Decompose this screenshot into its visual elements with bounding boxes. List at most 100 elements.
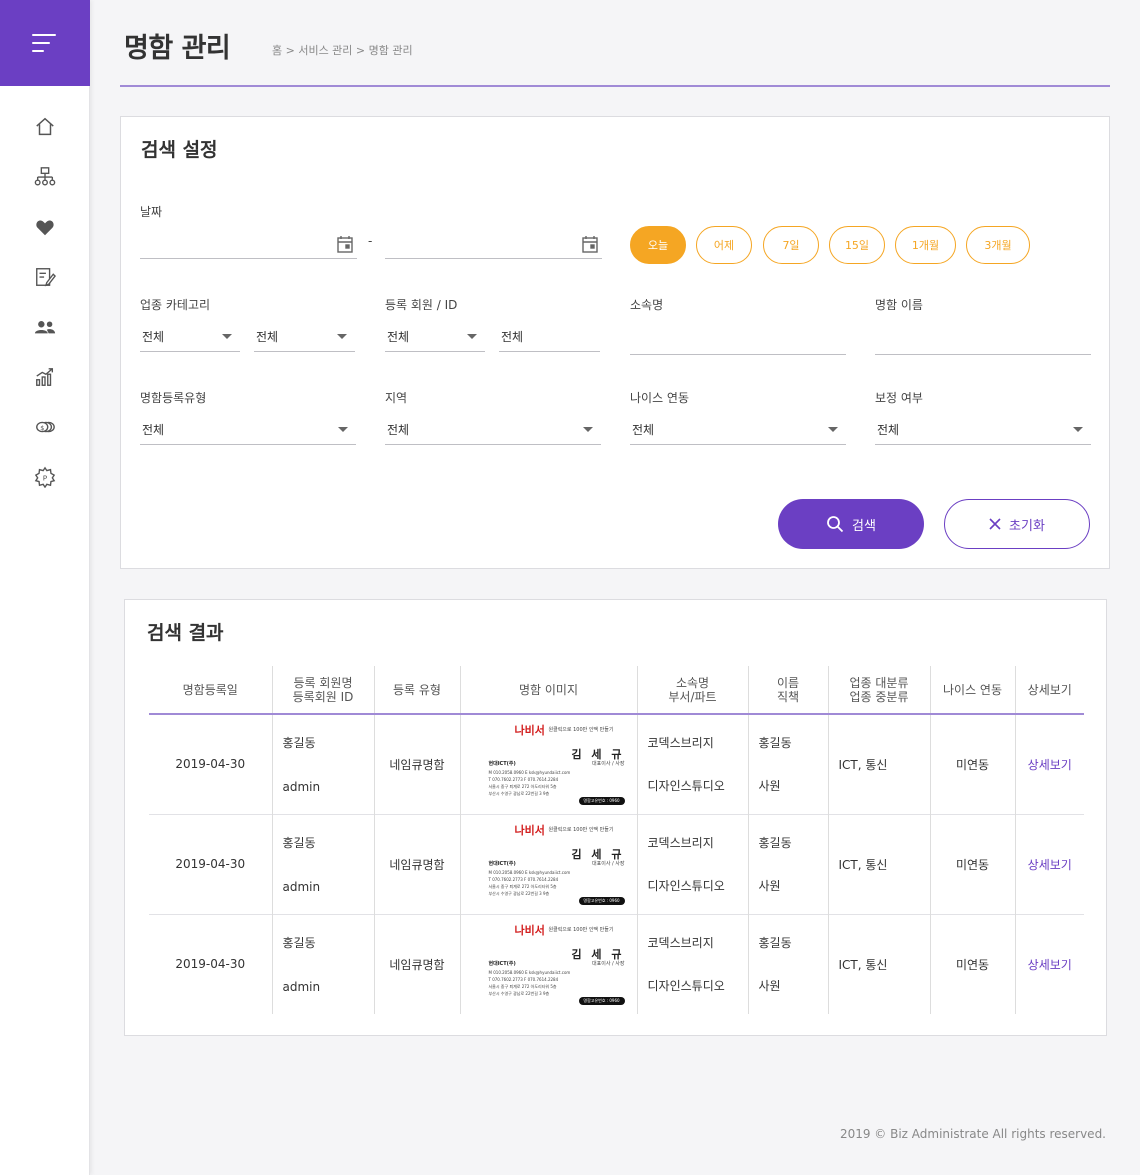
search-button[interactable]: 검색 bbox=[778, 499, 924, 549]
nav-point-settings[interactable]: P bbox=[0, 452, 89, 502]
cell-name: 홍길동 사원 bbox=[747, 814, 828, 914]
chart-icon bbox=[35, 368, 53, 386]
cell-nice: 미연동 bbox=[929, 814, 1015, 914]
person-name: 홍길동 bbox=[758, 936, 792, 951]
nav-home[interactable] bbox=[0, 102, 89, 152]
close-icon bbox=[989, 518, 1001, 530]
card-role: 대표이사 / 사장 bbox=[592, 761, 625, 768]
header-divider bbox=[120, 85, 1110, 87]
end-date-input[interactable] bbox=[385, 229, 602, 259]
start-date-input[interactable] bbox=[140, 229, 357, 259]
preset-yesterday-button[interactable]: 어제 bbox=[696, 226, 752, 264]
card-slogan: 원클릭으로 100만 인맥 만들기 bbox=[548, 727, 614, 734]
business-card-image[interactable]: 나비서 원클릭으로 100만 인맥 만들기 김 세 규 대표이사 / 사장 현대ICT(… bbox=[470, 720, 627, 809]
preset-15days-button[interactable]: 15일 bbox=[829, 226, 885, 264]
cell-industry: ICT, 통신 bbox=[827, 814, 930, 914]
col-header-reg-type: 등록 유형 bbox=[373, 666, 460, 714]
cell-nice: 미연동 bbox=[929, 914, 1015, 1014]
nav-cards[interactable] bbox=[0, 252, 89, 302]
table-row: 2019-04-30 홍길동 admin 네임큐명함 나비서 원클릭으로 100만 인맥 … bbox=[149, 914, 1084, 1014]
cell-detail: 상세보기 bbox=[1014, 714, 1084, 814]
calendar-icon[interactable] bbox=[582, 235, 598, 256]
card-contact-line: M 010.2058.0960 E ksk@hyundaiict.com bbox=[488, 870, 571, 875]
nav-statistics[interactable] bbox=[0, 352, 89, 402]
sidebar-nav: $ P bbox=[0, 86, 89, 502]
org-name: 코덱스브리지 bbox=[647, 736, 714, 751]
correction-select[interactable]: 전체 bbox=[875, 415, 1091, 445]
cell-name: 홍길동 사원 bbox=[747, 714, 828, 814]
col-header-name: 이름 직책 bbox=[747, 666, 828, 714]
menu-icon[interactable] bbox=[32, 34, 58, 52]
settings-p-icon: P bbox=[34, 466, 55, 488]
card-address-line: 서울시 중구 퇴계로 272 아도리타워 5층 bbox=[488, 884, 557, 889]
nice-select[interactable]: 전체 bbox=[630, 415, 846, 445]
col-header-member: 등록 회원명 등록회원 ID bbox=[271, 666, 374, 714]
card-company: 현대ICT(주) bbox=[488, 961, 516, 968]
sidebar: $ P bbox=[0, 0, 90, 1175]
reg-type-select[interactable]: 전체 bbox=[140, 415, 356, 445]
nav-favorites[interactable] bbox=[0, 202, 89, 252]
cell-detail: 상세보기 bbox=[1014, 814, 1084, 914]
member-type-select[interactable]: 전체 bbox=[385, 322, 485, 352]
card-contact-line: T 070.7602.2773 F 070.7614.2284 bbox=[488, 777, 559, 783]
reg-type-label: 명함등록유형 bbox=[140, 391, 207, 405]
region-select[interactable]: 전체 bbox=[385, 415, 601, 445]
cell-card-image: 나비서 원클릭으로 100만 인맥 만들기 김 세 규 대표이사 / 사장 현대ICT(… bbox=[459, 814, 637, 914]
preset-3months-button[interactable]: 3개월 bbox=[966, 226, 1030, 264]
search-settings-title: 검색 설정 bbox=[141, 139, 218, 161]
nav-members[interactable] bbox=[0, 302, 89, 352]
card-name-input[interactable] bbox=[875, 325, 1091, 355]
dept-name: 디자인스튜디오 bbox=[647, 979, 725, 994]
heart-icon bbox=[35, 220, 54, 236]
detail-link[interactable]: 상세보기 bbox=[1028, 758, 1072, 772]
member-id-input[interactable]: 전체 bbox=[499, 322, 600, 352]
reset-button-label: 초기화 bbox=[1009, 518, 1045, 534]
cell-date: 2019-04-30 bbox=[175, 857, 246, 871]
member-type-value: 전체 bbox=[387, 330, 410, 344]
card-address-line: 부산시 수영구 광남로 22번길 3 9층 bbox=[488, 791, 550, 797]
chevron-down-icon bbox=[828, 427, 838, 432]
preset-7days-button[interactable]: 7일 bbox=[763, 226, 819, 264]
sitemap-icon bbox=[34, 167, 55, 186]
coins-icon: $ bbox=[35, 421, 55, 433]
member-name: 홍길동 bbox=[282, 736, 316, 751]
search-button-label: 검색 bbox=[852, 518, 876, 534]
cell-card-image: 나비서 원클릭으로 100만 인맥 만들기 김 세 규 대표이사 / 사장 현대ICT(… bbox=[459, 714, 637, 814]
col-header-nice: 나이스 연동 bbox=[929, 666, 1015, 714]
dept-name: 디자인스튜디오 bbox=[647, 779, 725, 794]
category-sub-select[interactable]: 전체 bbox=[254, 322, 355, 352]
nav-payments[interactable]: $ bbox=[0, 402, 89, 452]
calendar-icon[interactable] bbox=[337, 235, 353, 256]
org-input[interactable] bbox=[630, 325, 846, 355]
table-header-row: 명함등록일 등록 회원명 등록회원 ID 등록 유형 명함 이미지 소속명 부서/파… bbox=[149, 666, 1084, 714]
card-company: 현대ICT(주) bbox=[488, 761, 516, 768]
person-position: 사원 bbox=[758, 979, 781, 994]
category-main-select[interactable]: 전체 bbox=[140, 322, 240, 352]
search-icon bbox=[827, 516, 844, 533]
nice-value: 전체 bbox=[632, 423, 655, 437]
home-icon bbox=[35, 117, 54, 136]
card-role: 대표이사 / 사장 bbox=[592, 961, 625, 968]
reset-button[interactable]: 초기화 bbox=[944, 499, 1090, 549]
preset-1month-button[interactable]: 1개월 bbox=[895, 226, 956, 264]
reg-type-value: 전체 bbox=[142, 423, 165, 437]
card-address-line: 서울시 중구 퇴계로 272 아도리타워 5층 bbox=[488, 984, 557, 990]
cell-nice: 미연동 bbox=[929, 714, 1015, 814]
detail-link[interactable]: 상세보기 bbox=[1028, 858, 1072, 872]
business-card-image[interactable]: 나비서 원클릭으로 100만 인맥 만들기 김 세 규 대표이사 / 사장 현대ICT(… bbox=[470, 820, 627, 908]
date-label: 날짜 bbox=[140, 205, 163, 219]
correction-value: 전체 bbox=[877, 423, 900, 437]
org-label: 소속명 bbox=[630, 298, 664, 312]
detail-link[interactable]: 상세보기 bbox=[1028, 958, 1072, 972]
card-logo: 나비서 bbox=[514, 724, 545, 738]
business-card-image[interactable]: 나비서 원클릭으로 100만 인맥 만들기 김 세 규 대표이사 / 사장 현대ICT(… bbox=[470, 920, 627, 1009]
region-label: 지역 bbox=[385, 391, 408, 405]
card-slogan: 원클릭으로 100만 인맥 만들기 bbox=[548, 927, 614, 934]
cell-org: 코덱스브리지디자인스튜디오 bbox=[636, 714, 748, 814]
edit-note-icon bbox=[35, 268, 56, 287]
member-id: admin bbox=[282, 880, 321, 894]
nav-organization[interactable] bbox=[0, 152, 89, 202]
chevron-down-icon bbox=[337, 334, 347, 339]
preset-today-button[interactable]: 오늘 bbox=[630, 226, 686, 264]
person-name: 홍길동 bbox=[758, 836, 792, 850]
